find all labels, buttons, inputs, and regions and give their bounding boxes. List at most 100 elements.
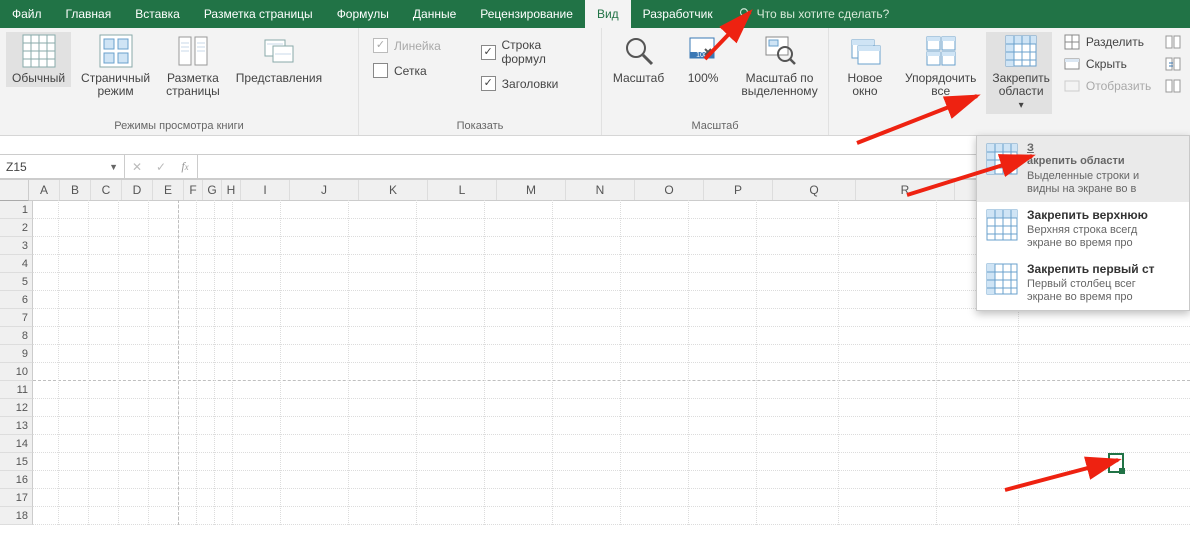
fill-handle[interactable] — [1119, 468, 1125, 474]
chevron-down-icon[interactable]: ▼ — [109, 162, 118, 172]
col-header[interactable]: Q — [773, 180, 856, 200]
row-header[interactable]: 17 — [0, 489, 33, 507]
row-cells[interactable] — [33, 327, 1190, 345]
row-header[interactable]: 16 — [0, 471, 33, 489]
row-header[interactable]: 7 — [0, 309, 33, 327]
row-header[interactable]: 5 — [0, 273, 33, 291]
chk-fb-label: Строка формул — [502, 38, 588, 66]
row-cells[interactable] — [33, 435, 1190, 453]
row-header[interactable]: 4 — [0, 255, 33, 273]
new-l2: окно — [852, 85, 877, 98]
row-header[interactable]: 14 — [0, 435, 33, 453]
zoom-button[interactable]: Масштаб — [608, 32, 669, 87]
tab-data[interactable]: Данные — [401, 0, 468, 28]
chk-headings[interactable]: ✓ Заголовки — [481, 76, 587, 91]
col-header[interactable]: A — [29, 180, 60, 200]
col-header[interactable]: J — [290, 180, 359, 200]
row-cells[interactable] — [33, 309, 1190, 327]
row-header[interactable]: 13 — [0, 417, 33, 435]
row-header[interactable]: 1 — [0, 201, 33, 219]
col-header[interactable]: C — [91, 180, 122, 200]
row-header[interactable]: 2 — [0, 219, 33, 237]
extra-1[interactable] — [1165, 34, 1181, 50]
tab-home[interactable]: Главная — [54, 0, 124, 28]
extra-3[interactable] — [1165, 78, 1181, 94]
select-all-corner[interactable] — [0, 180, 29, 201]
tab-insert[interactable]: Вставка — [123, 0, 192, 28]
tab-formulas[interactable]: Формулы — [325, 0, 401, 28]
freeze-top-row-item[interactable]: Закрепить верхнюю Верхняя строка всегд э… — [977, 202, 1189, 256]
group-show: ✓ Линейка Сетка ✓ Строка формул ✓ Заголо… — [359, 28, 602, 135]
active-cell[interactable] — [1108, 453, 1124, 473]
freeze-l2: области ▾ — [999, 85, 1044, 112]
row-header[interactable]: 3 — [0, 237, 33, 255]
tab-view[interactable]: Вид — [585, 0, 631, 28]
row-header[interactable]: 15 — [0, 453, 33, 471]
row-header[interactable]: 8 — [0, 327, 33, 345]
col-header[interactable]: N — [566, 180, 635, 200]
row-cells[interactable] — [33, 399, 1190, 417]
chk-gridlines[interactable]: Сетка — [373, 63, 441, 78]
col-header[interactable]: R — [856, 180, 955, 200]
row-header[interactable]: 12 — [0, 399, 33, 417]
row-header[interactable]: 9 — [0, 345, 33, 363]
row-cells[interactable] — [33, 453, 1190, 471]
col-header[interactable]: I — [241, 180, 290, 200]
freeze-first-col-item[interactable]: Закрепить первый ст Первый столбец всег … — [977, 256, 1189, 310]
row-cells[interactable] — [33, 417, 1190, 435]
checkbox-icon — [373, 63, 388, 78]
tab-review[interactable]: Рецензирование — [468, 0, 585, 28]
col-header[interactable]: K — [359, 180, 428, 200]
col-header[interactable]: L — [428, 180, 497, 200]
tell-me[interactable]: Что вы хотите сделать? — [725, 0, 902, 28]
tell-me-label: Что вы хотите сделать? — [757, 7, 890, 21]
new-window-button[interactable]: Новое окно — [835, 32, 895, 100]
row-cells[interactable] — [33, 507, 1190, 525]
tab-developer[interactable]: Разработчик — [631, 0, 725, 28]
custom-views-button[interactable]: Представления — [230, 32, 328, 87]
chk-formula-bar[interactable]: ✓ Строка формул — [481, 38, 587, 66]
row-header[interactable]: 11 — [0, 381, 33, 399]
freeze-top-row-icon — [985, 208, 1019, 242]
col-header[interactable]: D — [122, 180, 153, 200]
extra-2[interactable] — [1165, 56, 1181, 72]
split-button[interactable]: Разделить — [1064, 34, 1151, 50]
hide-button[interactable]: Скрыть — [1064, 56, 1151, 72]
col-header[interactable]: O — [635, 180, 704, 200]
group-show-title: Показать — [365, 118, 595, 133]
row-cells[interactable] — [33, 471, 1190, 489]
col-header[interactable]: H — [222, 180, 241, 200]
dd-desc-2a: Первый столбец всег — [1027, 278, 1155, 291]
zoom-selection-button[interactable]: Масштаб по выделенному — [737, 32, 822, 100]
row-cells[interactable] — [33, 489, 1190, 507]
row-cells[interactable] — [33, 381, 1190, 399]
fx-icon[interactable]: fx — [173, 155, 197, 178]
view-normal-button[interactable]: Обычный — [6, 32, 71, 87]
col-header[interactable]: B — [60, 180, 91, 200]
name-box[interactable]: Z15 ▼ — [0, 154, 125, 179]
freeze-panes-item[interactable]: Закрепить области Выделенные строки и ви… — [977, 136, 1189, 202]
row-header[interactable]: 6 — [0, 291, 33, 309]
arrange-all-button[interactable]: Упорядочить все — [899, 32, 982, 100]
tab-file[interactable]: Файл — [0, 0, 54, 28]
col-header[interactable]: P — [704, 180, 773, 200]
zoom-100-button[interactable]: 100 100% — [673, 32, 733, 87]
row-header[interactable]: 18 — [0, 507, 33, 525]
tab-layout[interactable]: Разметка страницы — [192, 0, 325, 28]
view-page-break-button[interactable]: Страничный режим — [75, 32, 156, 100]
row-header[interactable]: 10 — [0, 363, 33, 381]
col-header[interactable]: M — [497, 180, 566, 200]
col-header[interactable]: E — [153, 180, 184, 200]
col-header[interactable]: G — [203, 180, 222, 200]
row-cells[interactable] — [33, 345, 1190, 363]
col-header[interactable]: F — [184, 180, 203, 200]
freeze-panes-button[interactable]: Закрепить области ▾ — [986, 32, 1051, 114]
chk-grid-label: Сетка — [394, 64, 427, 78]
view-page-layout-button[interactable]: Разметка страницы — [160, 32, 226, 100]
freeze-panes-menu: Закрепить области Выделенные строки и ви… — [976, 135, 1190, 311]
row-cells[interactable] — [33, 363, 1190, 381]
cancel-icon[interactable]: ✕ — [125, 155, 149, 178]
zoom-100-icon: 100 — [686, 34, 720, 68]
enter-icon[interactable]: ✓ — [149, 155, 173, 178]
freeze-panes-icon — [985, 142, 1019, 176]
